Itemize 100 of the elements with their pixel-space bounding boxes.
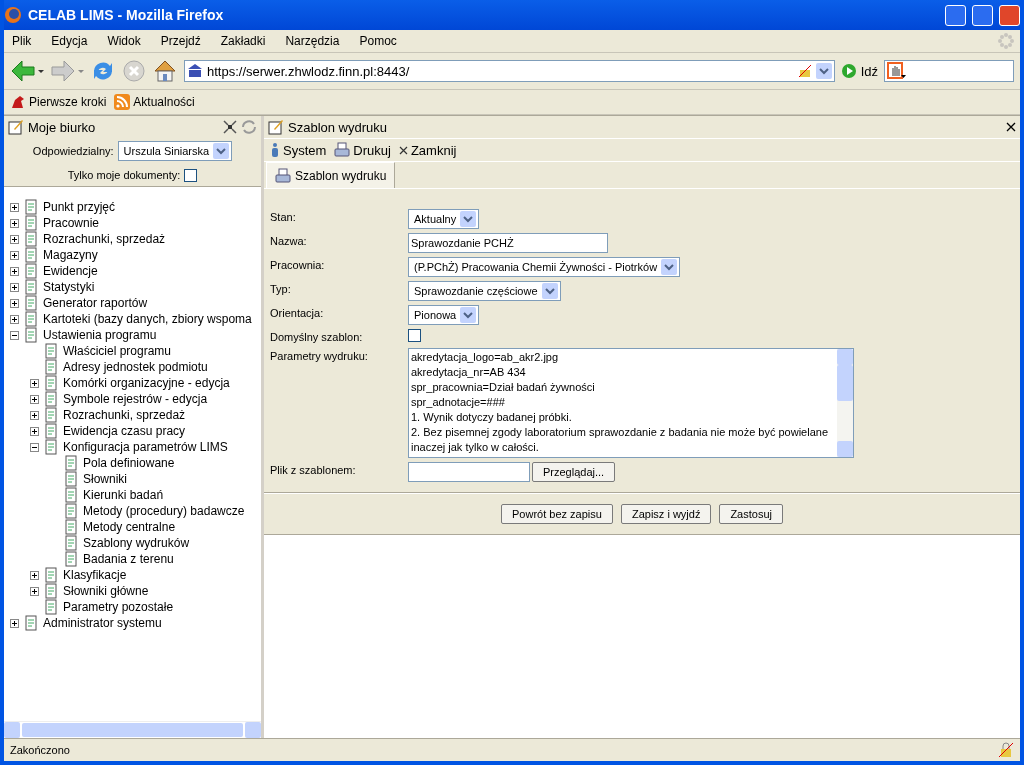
tree-item[interactable]: Magazyny xyxy=(43,248,98,262)
close-icon[interactable] xyxy=(1006,122,1016,132)
document-icon xyxy=(43,359,59,375)
action-button[interactable]: Zastosuj xyxy=(719,504,783,524)
tree-item[interactable]: Komórki organizacyjne - edycja xyxy=(63,376,230,390)
expand-icon[interactable] xyxy=(10,202,19,212)
tree-item[interactable]: Słowniki xyxy=(83,472,127,486)
menu-item[interactable]: Edycja xyxy=(49,34,90,48)
search-field[interactable] xyxy=(884,60,1014,82)
tab[interactable]: Szablon wydruku xyxy=(266,162,396,188)
expand-icon[interactable] xyxy=(30,378,39,388)
go-button[interactable]: Idź xyxy=(860,63,878,79)
caret-icon xyxy=(541,283,558,299)
lock-icon xyxy=(998,742,1014,758)
close-button[interactable] xyxy=(999,4,1020,26)
hand-icon[interactable] xyxy=(887,62,907,80)
tree-item[interactable]: Ustawienia programu xyxy=(43,328,157,342)
expand-icon[interactable] xyxy=(30,426,39,436)
minimize-button[interactable] xyxy=(945,4,966,26)
collapse-icon[interactable] xyxy=(30,442,39,452)
collapse-icon[interactable] xyxy=(10,330,19,340)
dropdown[interactable]: Urszula Siniarska xyxy=(117,141,233,161)
tree-item[interactable]: Ewidencje xyxy=(43,264,98,278)
tree-item[interactable]: Metody centralne xyxy=(83,520,176,534)
menu-item[interactable]: Plik xyxy=(10,34,34,48)
tree-item[interactable]: Metody (procedury) badawcze xyxy=(83,504,245,518)
tree-item[interactable]: Szablony wydruków xyxy=(83,536,190,550)
document-icon xyxy=(23,199,39,215)
tree-item[interactable]: Kartoteki (bazy danych, zbiory wspoma xyxy=(43,312,252,326)
menu-item[interactable]: Widok xyxy=(105,34,143,48)
expand-icon[interactable] xyxy=(30,570,39,580)
tree-item[interactable]: Ewidencja czasu pracy xyxy=(63,424,186,438)
tree-item[interactable]: Pracownie xyxy=(43,216,100,230)
back-icon[interactable] xyxy=(10,59,44,83)
tree-item[interactable]: Adresy jednostek podmiotu xyxy=(63,360,208,374)
expand-icon[interactable] xyxy=(30,410,39,420)
expand-icon[interactable] xyxy=(10,282,19,292)
expand-icon[interactable] xyxy=(10,266,19,276)
dropdown[interactable]: Sprawozdanie częściowe xyxy=(408,281,561,301)
action-button[interactable]: Powrót bez zapisu xyxy=(501,504,613,524)
checkbox[interactable] xyxy=(184,168,198,182)
document-icon xyxy=(43,343,59,359)
file-field[interactable] xyxy=(408,462,530,482)
tree-item[interactable]: Parametry pozostałe xyxy=(63,600,174,614)
action-button[interactable]: Zapisz i wyjdź xyxy=(620,504,712,524)
document-icon xyxy=(23,295,39,311)
tree-item[interactable]: Statystyki xyxy=(43,280,95,294)
toolbar-button[interactable]: Zamknij xyxy=(410,142,457,158)
menu-item[interactable]: Zakładki xyxy=(218,34,268,48)
menu-item[interactable]: Przejdź xyxy=(158,34,203,48)
dropdown[interactable]: Aktualny xyxy=(408,209,480,229)
tree-item[interactable]: Rozrachunki, sprzedaż xyxy=(43,232,166,246)
browse-button[interactable]: Przeglądaj... xyxy=(532,462,616,482)
tree-item[interactable]: Symbole rejestrów - edycja xyxy=(63,392,208,406)
input-field[interactable]: Sprawozdanie PCHŻ xyxy=(408,233,608,253)
menu-item[interactable]: Narzędzia xyxy=(283,34,342,48)
expand-icon[interactable] xyxy=(30,586,39,596)
tree-item[interactable]: Generator raportów xyxy=(43,296,148,310)
home-icon[interactable] xyxy=(152,58,178,84)
status-text: Zakończono xyxy=(10,744,71,756)
tree-item[interactable]: Właściciel programu xyxy=(63,344,172,358)
field-label: Typ: xyxy=(270,282,292,295)
person-icon xyxy=(270,142,280,158)
tree-item[interactable]: Administrator systemu xyxy=(43,616,162,630)
tree-item[interactable]: Klasyfikacje xyxy=(63,568,127,582)
tree-item[interactable]: Pola definiowane xyxy=(83,456,175,470)
bookmark-link[interactable]: Pierwsze kroki xyxy=(29,95,107,109)
toolbar-button[interactable]: System xyxy=(283,142,327,158)
expand-icon[interactable] xyxy=(10,250,19,260)
tree-item[interactable]: Badania z terenu xyxy=(83,552,174,566)
bookmark-link[interactable]: Aktualności xyxy=(133,95,195,109)
document-icon xyxy=(63,551,79,567)
document-icon xyxy=(43,423,59,439)
expand-icon[interactable] xyxy=(10,298,19,308)
tree-item[interactable]: Kierunki badań xyxy=(83,488,164,502)
document-icon xyxy=(63,471,79,487)
collapse-all-icon[interactable] xyxy=(223,120,237,134)
text-area[interactable]: akredytacja_logo=ab_akr2.jpg akredytacja_nr=AB 434 spr_pracownia=Dział badań żywności spr_adnotacje=### 1. Wynik dotyczy badanej próbki. 2. Bez pisemnej zgody laboratorium sprawozdanie z badania nie może być powielane inaczej jak tylko w całości. xyxy=(408,348,854,458)
address-bar[interactable]: https://serwer.zhwlodz.finn.pl:8443/ xyxy=(184,60,835,82)
tree-item[interactable]: Rozrachunki, sprzedaż xyxy=(63,408,186,422)
tree-item[interactable]: Konfiguracja parametrów LIMS xyxy=(63,440,228,454)
scrollbar[interactable] xyxy=(4,721,261,738)
toolbar-button[interactable]: Drukuj xyxy=(353,142,391,158)
expand-icon[interactable] xyxy=(10,218,19,228)
expand-icon[interactable] xyxy=(10,234,19,244)
tree-item[interactable]: Punkt przyjęć xyxy=(43,200,116,214)
expand-icon[interactable] xyxy=(30,394,39,404)
maximize-button[interactable] xyxy=(972,4,993,26)
document-icon xyxy=(63,503,79,519)
expand-icon[interactable] xyxy=(10,314,19,324)
tree-item[interactable]: Słowniki główne xyxy=(63,584,149,598)
document-icon xyxy=(23,279,39,295)
field-label: Pracownia: xyxy=(270,258,326,271)
expand-icon[interactable] xyxy=(10,618,19,628)
panel-title: Moje biurko xyxy=(28,119,97,135)
dropdown[interactable]: (P.PChŻ) Pracowania Chemii Żywności - Piotrków xyxy=(408,257,681,277)
checkbox[interactable] xyxy=(408,329,421,342)
play-icon[interactable] xyxy=(840,63,857,79)
dropdown[interactable]: Pionowa xyxy=(408,305,480,325)
menu-item[interactable]: Pomoc xyxy=(357,34,399,48)
